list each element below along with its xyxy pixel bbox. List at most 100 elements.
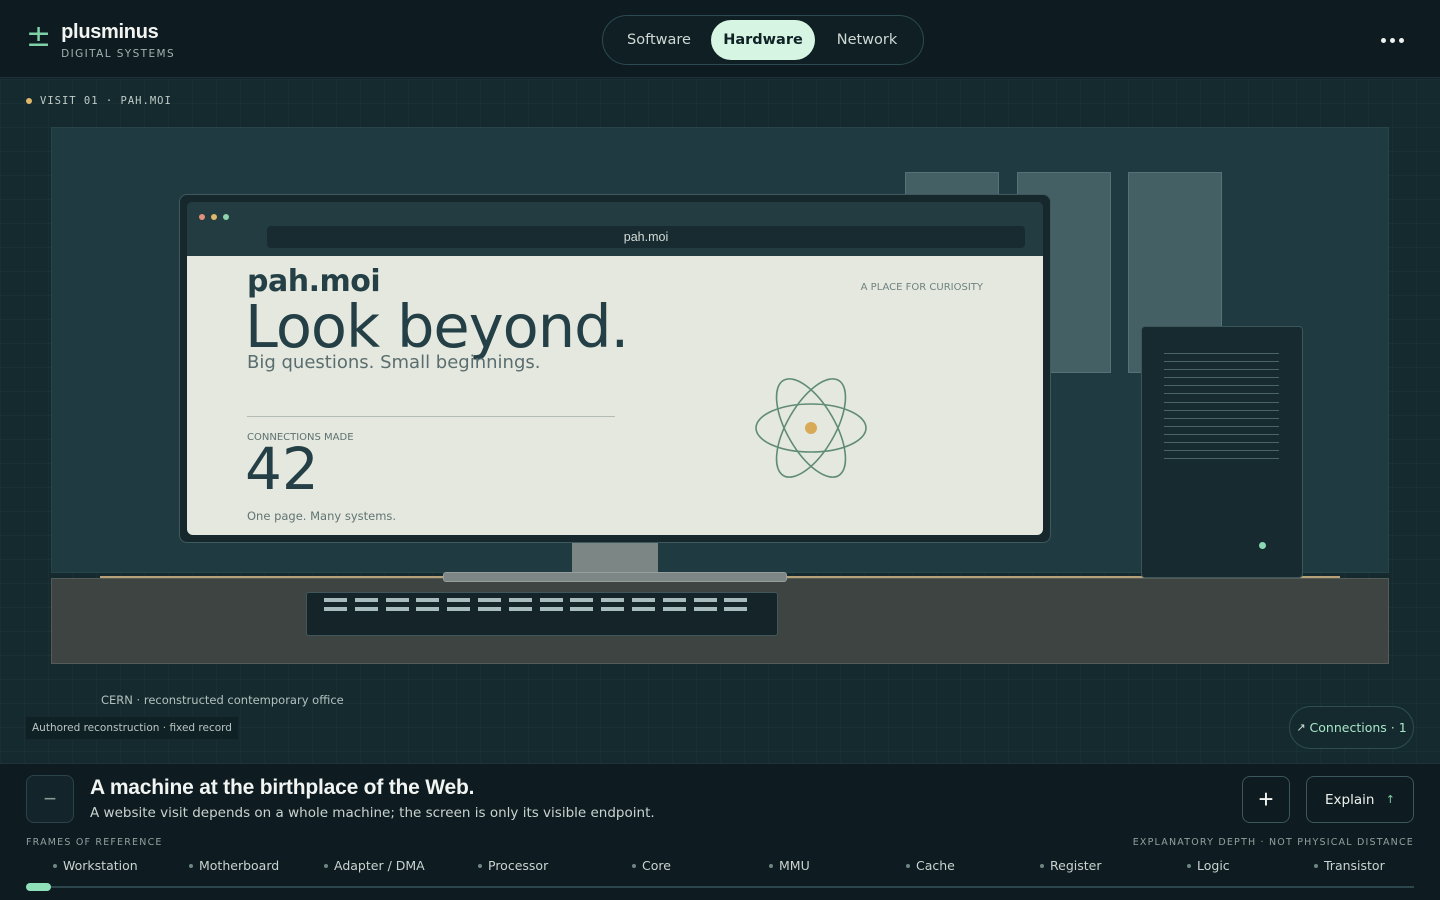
keycap bbox=[477, 598, 501, 602]
frame-register[interactable]: Register bbox=[1040, 858, 1101, 873]
vent-line bbox=[1164, 433, 1279, 435]
explain-button[interactable]: Explain ↑ bbox=[1306, 776, 1414, 823]
key-rows bbox=[324, 598, 748, 611]
keycap bbox=[693, 607, 717, 611]
frame-transistor[interactable]: Transistor bbox=[1314, 858, 1385, 873]
atom-icon bbox=[755, 378, 867, 478]
vent-line bbox=[1164, 425, 1279, 427]
frame-logic[interactable]: Logic bbox=[1187, 858, 1230, 873]
keycap bbox=[447, 598, 471, 602]
bullet-icon bbox=[1040, 863, 1044, 868]
bullet-icon bbox=[189, 863, 193, 868]
keycap bbox=[570, 598, 594, 602]
frame-description: A website visit depends on a whole machi… bbox=[90, 805, 655, 821]
vent-line bbox=[1164, 353, 1279, 354]
depth-slider-handle[interactable] bbox=[26, 883, 51, 891]
connections-label: Connections · 1 bbox=[1309, 720, 1407, 735]
vent-line bbox=[1164, 417, 1279, 419]
keycap bbox=[539, 607, 563, 611]
zoom-out-button[interactable]: − bbox=[26, 775, 74, 823]
brand-logo[interactable]: ± plusminus DIGITAL SYSTEMS bbox=[26, 20, 175, 60]
keycap bbox=[324, 598, 347, 602]
divider bbox=[247, 416, 615, 417]
layer-switcher: Software Hardware Network bbox=[602, 15, 924, 65]
vent-line bbox=[1164, 409, 1279, 411]
frame-motherboard[interactable]: Motherboard bbox=[189, 858, 279, 873]
frame-mmu[interactable]: MMU bbox=[769, 858, 810, 873]
keycap bbox=[601, 598, 625, 602]
frame-label: Transistor bbox=[1324, 858, 1385, 873]
arrow-up-right-icon: ↗ bbox=[1296, 721, 1306, 734]
bullet-icon bbox=[324, 863, 328, 868]
visit-text: VISIT 01 · PAH.MOI bbox=[40, 95, 172, 107]
bullet-icon bbox=[632, 863, 636, 868]
wall-panel bbox=[905, 172, 999, 196]
depth-note: EXPLANATORY DEPTH · NOT PHYSICAL DISTANC… bbox=[1132, 837, 1414, 848]
keycap bbox=[416, 598, 440, 602]
keycap bbox=[539, 598, 563, 602]
frame-cache[interactable]: Cache bbox=[906, 858, 955, 873]
vent-line bbox=[1164, 385, 1279, 387]
connections-button[interactable]: ↗ Connections · 1 bbox=[1289, 706, 1414, 749]
tab-hardware[interactable]: Hardware bbox=[711, 20, 815, 60]
site-tagline: Big questions. Small beginnings. bbox=[247, 352, 541, 373]
frame-title: A machine at the birthplace of the Web. bbox=[90, 776, 475, 799]
window-controls bbox=[199, 214, 229, 220]
vent-line bbox=[1164, 369, 1279, 371]
frames-label: FRAMES OF REFERENCE bbox=[26, 837, 163, 848]
more-horizontal-icon[interactable] bbox=[1376, 30, 1408, 50]
frame-workstation[interactable]: Workstation bbox=[53, 858, 138, 873]
keycap bbox=[662, 598, 686, 602]
maximize-dot-icon bbox=[223, 214, 229, 220]
keycap bbox=[354, 607, 378, 611]
computer-tower[interactable] bbox=[1141, 326, 1303, 578]
keycap bbox=[724, 598, 748, 602]
tab-software[interactable]: Software bbox=[607, 20, 711, 60]
keycap bbox=[354, 598, 378, 602]
zoom-in-button[interactable]: + bbox=[1242, 776, 1290, 823]
explain-label: Explain bbox=[1325, 791, 1375, 808]
depth-track[interactable] bbox=[26, 886, 1414, 888]
monitor-base bbox=[443, 572, 787, 582]
brand-name: plusminus bbox=[61, 21, 159, 43]
plus-minus-icon: ± bbox=[26, 19, 52, 54]
frame-label: MMU bbox=[779, 858, 810, 873]
brand-subtitle: DIGITAL SYSTEMS bbox=[61, 48, 176, 60]
power-led-icon bbox=[1259, 542, 1266, 549]
keycap bbox=[693, 598, 717, 602]
status-dot-icon bbox=[26, 98, 32, 104]
bullet-icon bbox=[906, 863, 910, 868]
website-viewport[interactable]: pah.moi Look beyond. Big questions. Smal… bbox=[187, 256, 1043, 535]
frame-label: Adapter / DMA bbox=[334, 858, 425, 873]
frame-label: Processor bbox=[488, 858, 549, 873]
frame-core[interactable]: Core bbox=[632, 858, 671, 873]
keycap bbox=[385, 607, 409, 611]
tab-network[interactable]: Network bbox=[815, 20, 919, 60]
frame-label: Core bbox=[642, 858, 671, 873]
keycap bbox=[416, 607, 440, 611]
keycap bbox=[447, 607, 471, 611]
vent-line bbox=[1164, 442, 1279, 444]
vent-line bbox=[1164, 401, 1279, 403]
frame-processor[interactable]: Processor bbox=[478, 858, 548, 873]
vent-line bbox=[1164, 377, 1279, 379]
bullet-icon bbox=[478, 863, 482, 868]
frame-adapter-dma[interactable]: Adapter / DMA bbox=[324, 858, 425, 873]
top-bar: ± plusminus DIGITAL SYSTEMS Software Har… bbox=[0, 0, 1440, 78]
keycap bbox=[324, 607, 347, 611]
bullet-icon bbox=[53, 863, 57, 868]
minimize-dot-icon bbox=[211, 214, 217, 220]
vent-line bbox=[1164, 361, 1279, 363]
connections-counter: 42 bbox=[245, 435, 319, 503]
close-dot-icon bbox=[199, 214, 205, 220]
vent-line bbox=[1164, 458, 1279, 460]
keycap bbox=[508, 598, 532, 602]
bullet-icon bbox=[1314, 863, 1318, 868]
frame-label: Cache bbox=[916, 858, 955, 873]
visit-label: VISIT 01 · PAH.MOI bbox=[26, 95, 172, 107]
keycap bbox=[724, 607, 748, 611]
frame-label: Logic bbox=[1197, 858, 1230, 873]
address-bar[interactable]: pah.moi bbox=[267, 226, 1025, 248]
site-kicker: A PLACE FOR CURIOSITY bbox=[860, 282, 983, 293]
keycap bbox=[508, 607, 532, 611]
